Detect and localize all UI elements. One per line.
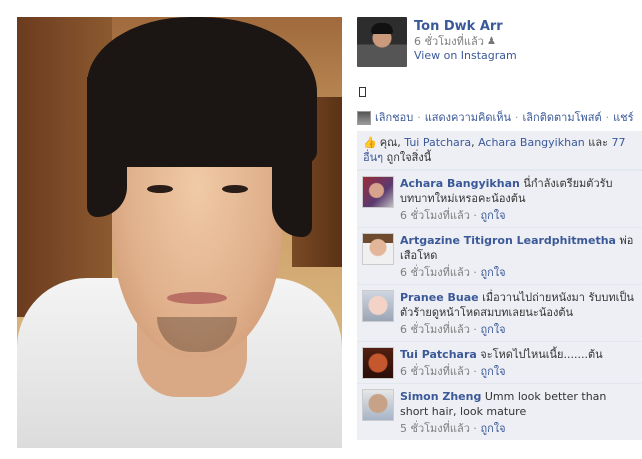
commenter-avatar[interactable]: [362, 347, 394, 379]
author-name[interactable]: Ton Dwk Arr: [414, 18, 517, 35]
commenter-avatar[interactable]: [362, 389, 394, 421]
post-panel: Ton Dwk Arr 6 ชั่วโมงที่แล้ว ♟ View on I…: [357, 17, 642, 440]
post-header-info: Ton Dwk Arr 6 ชั่วโมงที่แล้ว ♟ View on I…: [407, 17, 517, 67]
commenter-name[interactable]: Simon Zheng: [400, 390, 481, 403]
comment-meta: 6 ชั่วโมงที่แล้ว · ถูกใจ: [400, 365, 506, 378]
unfollow-post-link[interactable]: เลิกติดตามโพสต์: [523, 110, 602, 125]
comment-time[interactable]: 6 ชั่วโมงที่แล้ว: [400, 209, 470, 222]
separator-dot: ·: [515, 111, 519, 124]
comment-like-link[interactable]: ถูกใจ: [480, 422, 505, 435]
likes-prefix: คุณ,: [379, 136, 405, 149]
view-on-instagram-link[interactable]: View on Instagram: [414, 49, 517, 63]
separator-dot: ·: [417, 111, 421, 124]
post-meta: 6 ชั่วโมงที่แล้ว ♟: [414, 35, 517, 49]
commenter-avatar[interactable]: [362, 233, 394, 265]
likes-and: และ: [584, 136, 612, 149]
comment-item: Achara Bangyikhan นี่กำลังเตรียมตัวรับบท…: [357, 170, 642, 227]
photo-eye-left: [147, 185, 173, 193]
likes-sep: ,: [471, 136, 479, 149]
separator-dot: ·: [605, 111, 610, 124]
author-avatar[interactable]: [357, 17, 407, 67]
comment-like-link[interactable]: ถูกใจ: [480, 365, 505, 378]
comment-item: Tui Patchara จะโหดไปไหนเนี้ย.......ต้น 6…: [357, 341, 642, 383]
comment-time[interactable]: 6 ชั่วโมงที่แล้ว: [400, 365, 470, 378]
likes-summary: 👍 คุณ, Tui Patchara, Achara Bangyikhan แล…: [357, 131, 642, 170]
comment-link[interactable]: แสดงความคิดเห็น: [425, 110, 511, 125]
comment-body: Artgazine Titigron Leardphitmetha พ่อเสื…: [394, 233, 637, 280]
comment-text: จะโหดไปไหนเนี้ย.......ต้น: [480, 348, 603, 361]
commenter-name[interactable]: Pranee Buae: [400, 291, 479, 304]
comment-item: Simon Zheng Umm look better than short h…: [357, 383, 642, 440]
comment-time[interactable]: 5 ชั่วโมงที่แล้ว: [400, 422, 470, 435]
comment-like-link[interactable]: ถูกใจ: [480, 266, 505, 279]
liker-link[interactable]: Achara Bangyikhan: [478, 136, 585, 149]
comment-item: Pranee Buae เมื่อวานไปถ่ายหนังมา รับบทเป…: [357, 284, 642, 341]
photo-eye-right: [222, 185, 248, 193]
photo-hair-left: [87, 77, 127, 217]
comment-meta: 5 ชั่วโมงที่แล้ว · ถูกใจ: [400, 422, 506, 435]
comment-meta: 6 ชั่วโมงที่แล้ว · ถูกใจ: [400, 323, 506, 336]
post-photo[interactable]: [17, 17, 342, 448]
commenter-name[interactable]: Artgazine Titigron Leardphitmetha: [400, 234, 616, 247]
thumbs-up-icon: 👍: [363, 136, 377, 149]
commenter-avatar[interactable]: [362, 176, 394, 208]
comment-item: Artgazine Titigron Leardphitmetha พ่อเสื…: [357, 227, 642, 284]
comment-body: Simon Zheng Umm look better than short h…: [394, 389, 637, 436]
commenter-name[interactable]: Tui Patchara: [400, 348, 477, 361]
comment-time[interactable]: 6 ชั่วโมงที่แล้ว: [400, 266, 470, 279]
commenter-name[interactable]: Achara Bangyikhan: [400, 177, 520, 190]
comment-time[interactable]: 6 ชั่วโมงที่แล้ว: [400, 323, 470, 336]
post-actions: เลิกชอบ · แสดงความคิดเห็น · เลิกติดตามโพ…: [357, 110, 642, 125]
liker-link[interactable]: Tui Patchara: [404, 136, 471, 149]
comment-body: Tui Patchara จะโหดไปไหนเนี้ย.......ต้น 6…: [394, 347, 637, 379]
status-glyph: □: [359, 87, 366, 97]
likes-suffix: ถูกใจสิ่งนี้: [383, 151, 432, 164]
comment-meta: 6 ชั่วโมงที่แล้ว · ถูกใจ: [400, 266, 506, 279]
unlike-link[interactable]: เลิกชอบ: [375, 110, 413, 125]
commenter-avatar[interactable]: [362, 290, 394, 322]
mini-avatar: [357, 110, 371, 125]
post-header: Ton Dwk Arr 6 ชั่วโมงที่แล้ว ♟ View on I…: [357, 17, 642, 67]
photo-mouth: [167, 292, 227, 304]
comment-like-link[interactable]: ถูกใจ: [480, 323, 505, 336]
comment-like-link[interactable]: ถูกใจ: [480, 209, 505, 222]
comment-body: Achara Bangyikhan นี่กำลังเตรียมตัวรับบท…: [394, 176, 637, 223]
photo-hair-right: [272, 77, 312, 237]
comment-body: Pranee Buae เมื่อวานไปถ่ายหนังมา รับบทเป…: [394, 290, 637, 337]
post-time[interactable]: 6 ชั่วโมงที่แล้ว: [414, 35, 484, 49]
share-link[interactable]: แชร์: [613, 110, 633, 125]
people-icon[interactable]: ♟: [487, 35, 496, 49]
comment-meta: 6 ชั่วโมงที่แล้ว · ถูกใจ: [400, 209, 506, 222]
